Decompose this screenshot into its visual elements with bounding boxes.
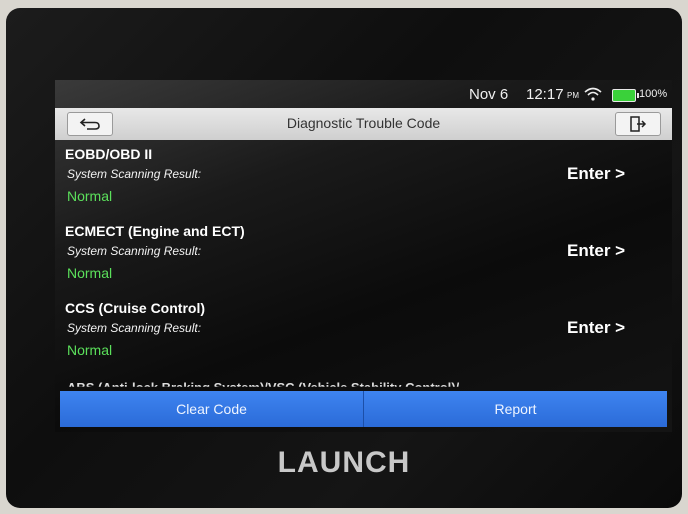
- system-list: EOBD/OBD II System Scanning Result: Norm…: [65, 146, 665, 377]
- system-status: Normal: [67, 342, 113, 358]
- status-ampm: PM: [567, 91, 579, 100]
- exit-icon: [630, 116, 647, 132]
- enter-button[interactable]: Enter >: [567, 318, 625, 338]
- enter-button[interactable]: Enter >: [567, 164, 625, 184]
- status-date: Nov 6: [469, 86, 509, 103]
- system-name: EOBD/OBD II: [65, 146, 153, 162]
- brand-logo: LAUNCH: [277, 446, 411, 479]
- system-subtitle: System Scanning Result:: [67, 321, 202, 335]
- battery-level: 100%: [639, 88, 668, 100]
- system-subtitle: System Scanning Result:: [67, 167, 202, 181]
- wifi-icon: [584, 87, 602, 101]
- battery-icon: [612, 89, 639, 102]
- enter-button[interactable]: Enter >: [567, 241, 625, 261]
- system-status: Normal: [67, 265, 113, 281]
- system-name: ECMECT (Engine and ECT): [65, 223, 245, 239]
- clear-code-button[interactable]: Clear Code: [60, 391, 363, 427]
- exit-button[interactable]: [615, 112, 661, 136]
- system-name: CCS (Cruise Control): [65, 300, 205, 316]
- page-title: Diagnostic Trouble Code: [286, 115, 441, 131]
- system-item-ecmect[interactable]: ECMECT (Engine and ECT) System Scanning …: [65, 223, 665, 300]
- system-item-ccs[interactable]: CCS (Cruise Control) System Scanning Res…: [65, 300, 665, 377]
- system-subtitle: System Scanning Result:: [67, 244, 202, 258]
- system-item-eobd[interactable]: EOBD/OBD II System Scanning Result: Norm…: [65, 146, 665, 223]
- status-time: 12:17: [526, 86, 564, 103]
- system-status: Normal: [67, 188, 113, 204]
- title-bar: Diagnostic Trouble Code: [55, 108, 672, 140]
- action-bar: Clear Code Report: [60, 391, 667, 427]
- status-bar: Nov 6 12:17 PM 100%: [55, 80, 672, 108]
- screen: Nov 6 12:17 PM 100% Diagnostic Trouble C…: [55, 80, 672, 432]
- report-button[interactable]: Report: [363, 391, 667, 427]
